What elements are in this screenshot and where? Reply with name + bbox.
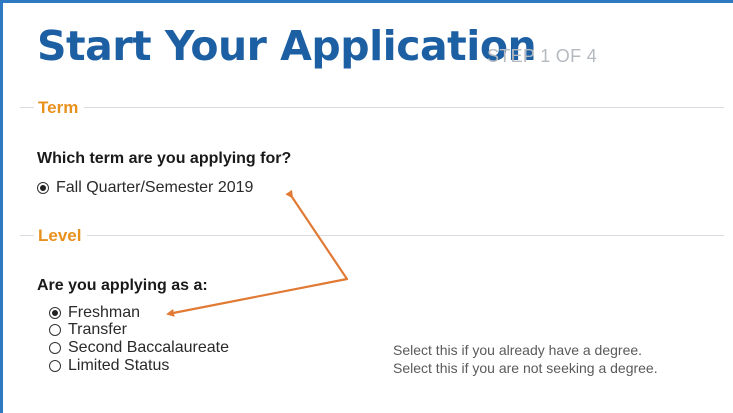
level-option-second-baccalaureate[interactable]: Second Baccalaureate <box>49 340 229 356</box>
level-fieldset-border <box>20 235 724 236</box>
step-indicator: STEP 1 OF 4 <box>487 46 598 66</box>
term-fieldset-border <box>20 107 724 108</box>
level-option-label: Limited Status <box>68 357 170 374</box>
hint-second-baccalaureate: Select this if you already have a degree… <box>393 342 643 358</box>
level-option-label: Transfer <box>68 321 127 338</box>
term-question: Which term are you applying for? <box>37 150 292 167</box>
level-option-transfer[interactable]: Transfer <box>49 322 127 338</box>
radio-freshman[interactable] <box>49 307 61 319</box>
level-option-label: Second Baccalaureate <box>68 339 229 356</box>
hint-limited-status: Select this if you are not seeking a deg… <box>393 360 658 376</box>
radio-second-baccalaureate[interactable] <box>49 342 61 354</box>
level-legend: Level <box>34 227 88 244</box>
level-option-freshman[interactable]: Freshman <box>49 305 140 321</box>
term-option-label: Fall Quarter/Semester 2019 <box>56 179 254 196</box>
page-title: Start Your Application <box>37 22 537 70</box>
level-option-limited-status[interactable]: Limited Status <box>49 358 169 374</box>
term-option-fall-2019[interactable]: Fall Quarter/Semester 2019 <box>37 180 253 196</box>
term-legend: Term <box>34 99 85 116</box>
radio-fall-2019[interactable] <box>37 182 49 194</box>
radio-limited-status[interactable] <box>49 360 61 372</box>
level-question: Are you applying as a: <box>37 277 208 294</box>
radio-transfer[interactable] <box>49 324 61 336</box>
level-option-label: Freshman <box>68 304 141 321</box>
